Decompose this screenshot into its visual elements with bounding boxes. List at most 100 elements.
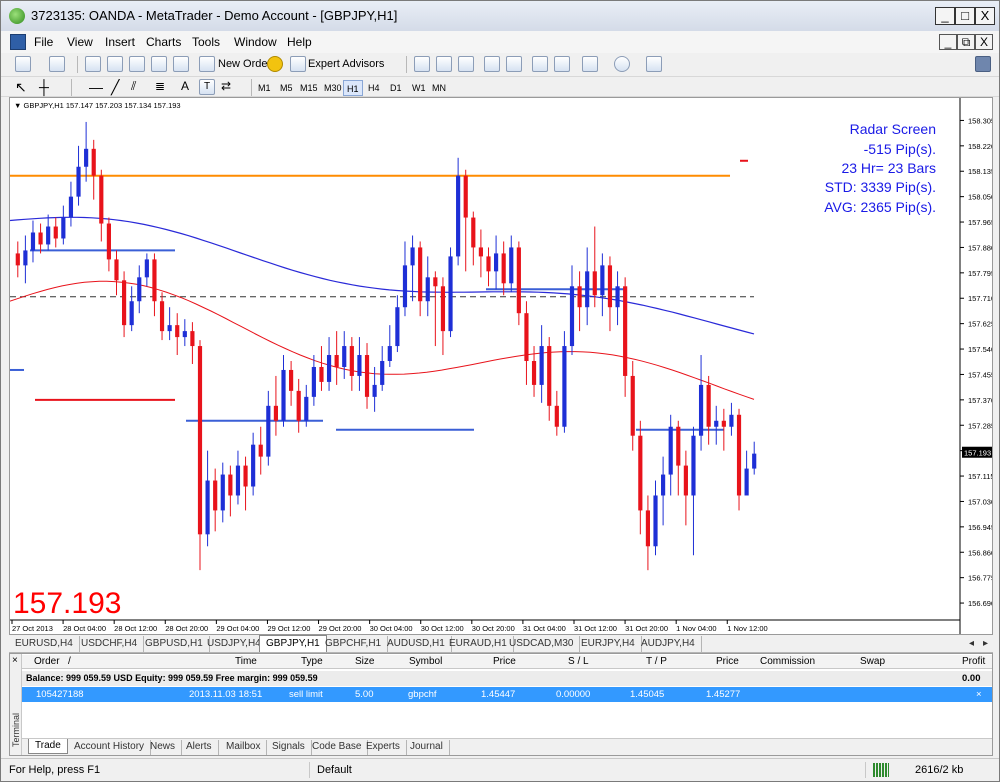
timeframe-m1[interactable]: M1	[255, 80, 274, 96]
crosshair-icon[interactable]: ┼	[39, 79, 55, 95]
market-watch-icon[interactable]	[85, 56, 101, 72]
mdi-close-button[interactable]: X	[975, 34, 993, 50]
terminal-close-icon[interactable]: ×	[12, 655, 18, 666]
text-tool-button[interactable]: A	[177, 79, 193, 95]
profiles-icon[interactable]	[49, 56, 65, 72]
terminal-tab-news[interactable]: News	[144, 740, 183, 755]
col-symbol[interactable]: Symbol	[409, 656, 442, 667]
menu-view[interactable]: View	[67, 35, 93, 49]
timeframe-mn[interactable]: MN	[429, 80, 449, 96]
strategy-tester-icon[interactable]	[173, 56, 189, 72]
terminal-tab-alerts[interactable]: Alerts	[180, 740, 219, 755]
col-swap[interactable]: Swap	[860, 656, 885, 667]
timeframe-m15[interactable]: M15	[297, 80, 321, 96]
balance-row[interactable]: Balance: 999 059.59 USD Equity: 999 059.…	[22, 671, 992, 686]
maximize-button[interactable]: □	[955, 7, 975, 25]
channel-icon[interactable]: ⫽	[131, 79, 147, 95]
chart-window[interactable]: 158.305 158.220 158.135 158.050 157.965 157.8…	[9, 97, 993, 635]
chart-tab[interactable]: EURUSD,H4	[9, 636, 80, 653]
chart-tab[interactable]: EURJPY,H4	[575, 636, 642, 653]
col-tp[interactable]: T / P	[646, 656, 667, 667]
timeframe-h4[interactable]: H4	[365, 80, 383, 96]
fibonacci-icon[interactable]: ≣	[155, 79, 171, 95]
candlesticks-icon[interactable]	[436, 56, 452, 72]
arrows-icon[interactable]: ⇄	[221, 79, 237, 95]
signals-panel-icon[interactable]	[975, 56, 991, 72]
chart-document-icon[interactable]	[10, 34, 26, 50]
terminal-tabs: Trade Account History News Alerts Mailbo…	[22, 738, 992, 755]
bar-chart-icon[interactable]	[414, 56, 430, 72]
line-chart-icon[interactable]	[458, 56, 474, 72]
timeframe-m5[interactable]: M5	[277, 80, 296, 96]
minimize-button[interactable]: _	[935, 7, 955, 25]
chart-tab[interactable]: AUDJPY,H4	[635, 636, 702, 653]
col-time[interactable]: Time	[235, 656, 257, 667]
mdi-minimize-button[interactable]: _	[939, 34, 957, 50]
price-tick-label: 157.370	[968, 396, 992, 405]
terminal-tab-account-history[interactable]: Account History	[68, 740, 152, 755]
order-close-icon[interactable]: ×	[976, 689, 982, 700]
auto-scroll-icon[interactable]	[532, 56, 548, 72]
terminal-tab-mailbox[interactable]: Mailbox	[220, 740, 268, 755]
expert-advisors-icon[interactable]	[290, 56, 306, 72]
text-label-button[interactable]: T	[199, 79, 215, 95]
new-chart-icon[interactable]	[15, 56, 31, 72]
menu-help[interactable]: Help	[287, 35, 312, 49]
price-chart[interactable]: 158.305 158.220 158.135 158.050 157.965 157.8…	[10, 98, 992, 634]
terminal-tab-trade[interactable]: Trade	[28, 739, 68, 754]
cursor-icon[interactable]: ↖	[15, 79, 31, 95]
templates-icon[interactable]	[646, 56, 662, 72]
zoom-in-icon[interactable]	[484, 56, 500, 72]
timeframe-d1[interactable]: D1	[387, 80, 405, 96]
col-profit[interactable]: Profit	[962, 656, 985, 667]
menu-window[interactable]: Window	[234, 35, 277, 49]
terminal-icon[interactable]	[151, 56, 167, 72]
periods-icon[interactable]	[614, 56, 630, 72]
close-button[interactable]: X	[975, 7, 995, 25]
timeframe-m30[interactable]: M30	[321, 80, 345, 96]
col-sort-indicator[interactable]: /	[68, 656, 71, 667]
timeframe-h1[interactable]: H1	[343, 80, 363, 96]
chart-tab-active[interactable]: GBPJPY,H1	[259, 635, 327, 652]
terminal-tab-journal[interactable]: Journal	[404, 740, 450, 755]
candle-body	[516, 247, 521, 314]
col-type[interactable]: Type	[301, 656, 323, 667]
tabs-scroll-right-icon[interactable]: ▸	[977, 636, 994, 653]
horizontal-line-icon[interactable]: —	[89, 79, 105, 95]
price-tick-label: 156.775	[968, 574, 992, 583]
mdi-restore-button[interactable]: ⧉	[957, 34, 975, 50]
col-price[interactable]: Price	[493, 656, 516, 667]
chart-tab[interactable]: USDCAD,M30	[503, 636, 581, 653]
menu-charts[interactable]: Charts	[146, 35, 181, 49]
new-order-button[interactable]: New Order	[218, 58, 271, 70]
indicators-icon[interactable]	[582, 56, 598, 72]
navigator-icon[interactable]	[129, 56, 145, 72]
metaeditor-icon[interactable]	[267, 56, 283, 72]
chart-tab[interactable]: USDJPY,H4	[201, 636, 268, 653]
chart-tab[interactable]: AUDUSD,H1	[381, 636, 452, 653]
col-current-price[interactable]: Price	[716, 656, 739, 667]
terminal-tab-experts[interactable]: Experts	[360, 740, 407, 755]
menu-tools[interactable]: Tools	[192, 35, 220, 49]
order-row[interactable]: 105427188 2013.11.03 18:51 sell limit 5.…	[22, 687, 992, 702]
col-size[interactable]: Size	[355, 656, 374, 667]
data-window-icon[interactable]	[107, 56, 123, 72]
candle-body	[326, 355, 332, 382]
candle-body	[144, 259, 149, 278]
chart-shift-icon[interactable]	[554, 56, 570, 72]
terminal-tab-signals[interactable]: Signals	[266, 740, 312, 755]
col-sl[interactable]: S / L	[568, 656, 589, 667]
col-commission[interactable]: Commission	[760, 656, 815, 667]
menu-insert[interactable]: Insert	[105, 35, 135, 49]
timeframe-w1[interactable]: W1	[409, 80, 429, 96]
expert-advisors-button[interactable]: Expert Advisors	[308, 58, 384, 70]
menu-file[interactable]: File	[34, 35, 53, 49]
chart-tab[interactable]: USDCHF,H4	[75, 636, 145, 653]
chart-tab[interactable]: GBPUSD,H1	[139, 636, 210, 653]
new-order-icon[interactable]	[199, 56, 215, 72]
trendline-icon[interactable]: ╱	[111, 79, 127, 95]
zoom-out-icon[interactable]	[506, 56, 522, 72]
chart-tab[interactable]: GBPCHF,H1	[319, 636, 389, 653]
col-order[interactable]: Order	[34, 656, 60, 667]
price-tick-label: 158.305	[968, 116, 992, 125]
